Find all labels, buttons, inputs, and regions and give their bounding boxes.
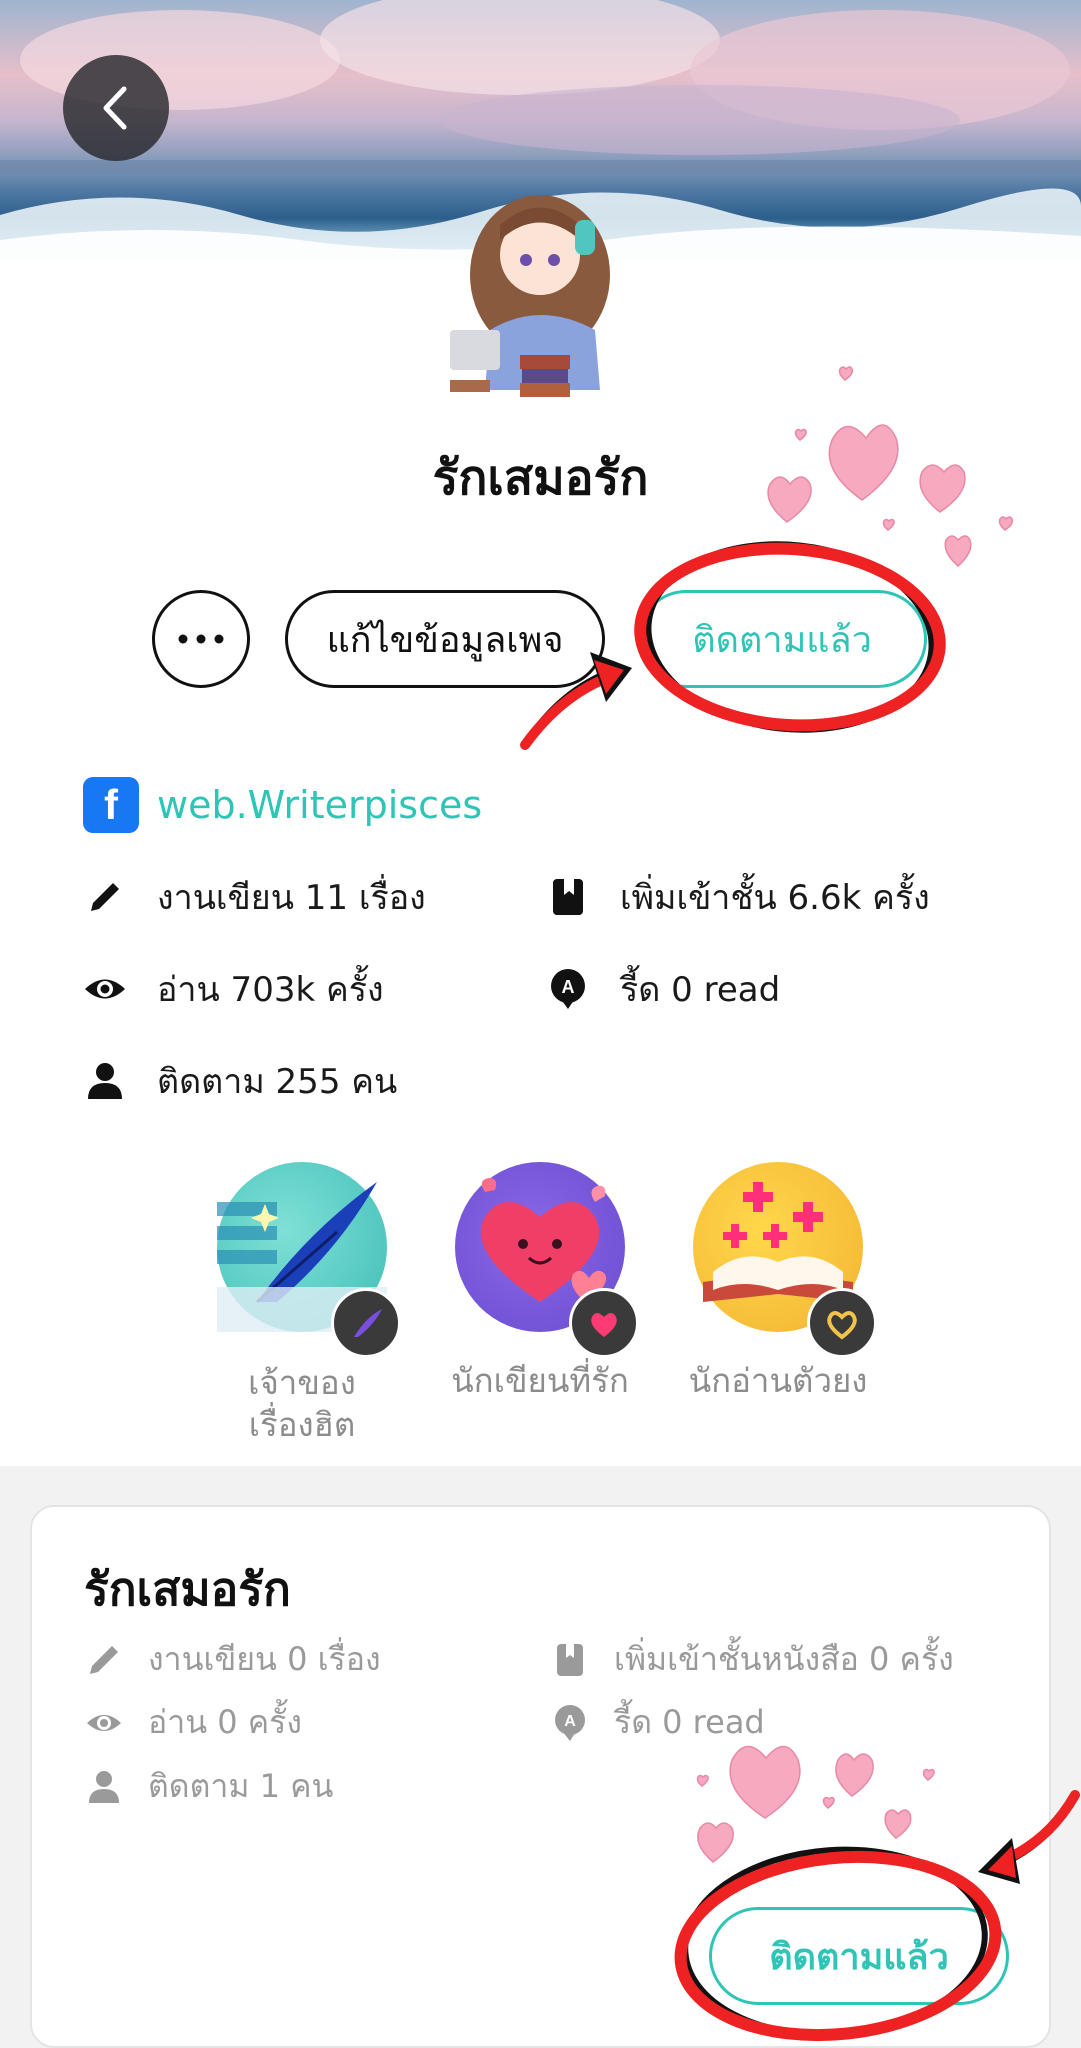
heart-badge-icon <box>455 1162 639 1358</box>
svg-text:A: A <box>564 1713 576 1730</box>
badge-hit-story-owner[interactable]: เจ้าของ เรื่องฮิต <box>187 1162 417 1446</box>
person-icon <box>83 1059 127 1103</box>
card-stat-reed: A รี้ด 0 read <box>550 1697 765 1748</box>
stat-reed-label: รี้ด 0 read <box>620 970 781 1010</box>
stat-reads: อ่าน 703k ครั้ง <box>83 962 384 1016</box>
reed-badge-icon: A <box>546 967 590 1011</box>
back-button[interactable] <box>63 55 169 161</box>
profile-avatar <box>430 180 650 420</box>
stat-reads-label: อ่าน 703k ครั้ง <box>157 970 384 1010</box>
chevron-left-icon <box>103 86 127 130</box>
following-button[interactable]: ติดตามแล้ว <box>637 590 927 688</box>
pencil-icon <box>83 875 127 919</box>
person-icon <box>84 1767 124 1807</box>
card-title: รักเสมอรัก <box>84 1562 291 1616</box>
card-following-button[interactable]: ติดตามแล้ว <box>709 1907 1009 2005</box>
eye-icon <box>83 967 127 1011</box>
quill-mini-icon <box>331 1288 401 1358</box>
reed-badge-icon: A <box>550 1703 590 1743</box>
card-stat-reads-label: อ่าน 0 ครั้ง <box>148 1703 302 1741</box>
stat-works: งานเขียน 11 เรื่อง <box>83 870 426 924</box>
badge-label: นักอ่านตัวยง <box>688 1361 868 1400</box>
stat-shelf-label: เพิ่มเข้าชั้น 6.6k ครั้ง <box>620 878 930 918</box>
heart-mini-icon <box>569 1288 639 1358</box>
card-stat-shelf: เพิ่มเข้าชั้นหนังสือ 0 ครั้ง <box>550 1634 954 1685</box>
achievement-badges: เจ้าของ เรื่องฮิต นักเขียนที่รัก นักอ่าน… <box>0 1162 1081 1452</box>
stat-works-label: งานเขียน 11 เรื่อง <box>157 878 426 918</box>
stat-shelf: เพิ่มเข้าชั้น 6.6k ครั้ง <box>546 870 930 924</box>
stat-reed: A รี้ด 0 read <box>546 962 780 1016</box>
profile-actions: แก้ไขข้อมูลเพจ ติดตามแล้ว <box>0 590 1081 690</box>
bookmark-book-icon <box>546 875 590 919</box>
stat-followers: ติดตาม 255 คน <box>83 1054 397 1108</box>
card-stat-followers: ติดตาม 1 คน <box>84 1761 333 1812</box>
badge-label: เจ้าของ เรื่องฮิต <box>248 1363 356 1444</box>
card-stat-followers-label: ติดตาม 1 คน <box>148 1767 334 1805</box>
open-book-badge-icon <box>693 1162 877 1358</box>
badge-label: นักเขียนที่รัก <box>451 1361 629 1400</box>
card-stat-works-label: งานเขียน 0 เรื่อง <box>148 1640 381 1678</box>
card-stat-reads: อ่าน 0 ครั้ง <box>84 1697 302 1748</box>
follower-profile-card[interactable]: รักเสมอรัก งานเขียน 0 เรื่อง เพิ่มเข้าชั… <box>30 1505 1051 2048</box>
svg-text:A: A <box>562 977 575 997</box>
more-dots-icon <box>178 634 224 644</box>
facebook-link-row[interactable]: f web.Writerpisces <box>83 777 482 833</box>
card-stat-shelf-label: เพิ่มเข้าชั้นหนังสือ 0 ครั้ง <box>614 1640 954 1678</box>
pencil-icon <box>84 1640 124 1680</box>
facebook-link[interactable]: web.Writerpisces <box>157 783 482 827</box>
facebook-icon: f <box>83 777 139 833</box>
edit-page-button[interactable]: แก้ไขข้อมูลเพจ <box>285 590 605 688</box>
golden-heart-mini-icon <box>807 1288 877 1358</box>
stat-followers-label: ติดตาม 255 คน <box>157 1062 398 1102</box>
badge-avid-reader[interactable]: นักอ่านตัวยง <box>663 1162 893 1402</box>
page-title: รักเสมอรัก <box>432 450 649 506</box>
card-stat-reed-label: รี้ด 0 read <box>614 1703 765 1741</box>
card-stat-works: งานเขียน 0 เรื่อง <box>84 1634 381 1685</box>
quill-badge-icon <box>217 1162 401 1358</box>
more-options-button[interactable] <box>152 590 250 688</box>
bookmark-book-icon <box>550 1640 590 1680</box>
eye-icon <box>84 1703 124 1743</box>
badge-beloved-writer[interactable]: นักเขียนที่รัก <box>425 1162 655 1402</box>
